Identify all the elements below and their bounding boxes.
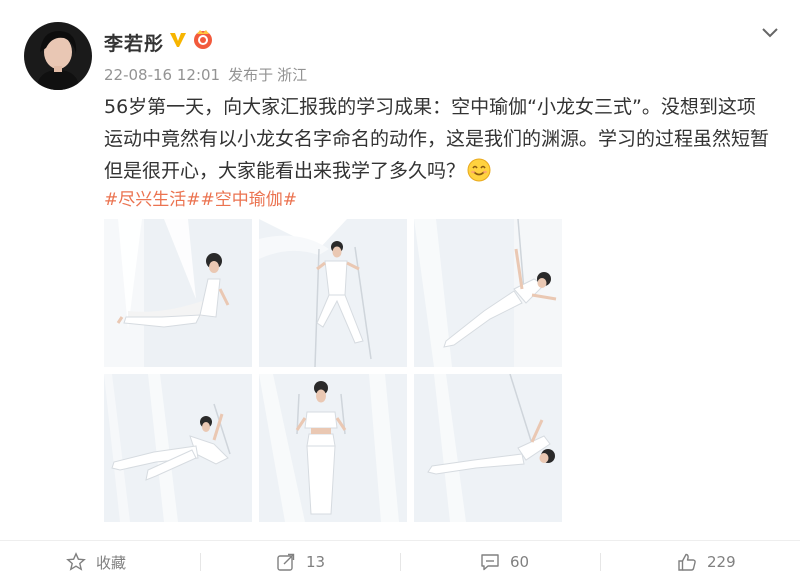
chevron-down-icon[interactable]	[758, 22, 782, 42]
post-text-line: 运动中竟然有以小龙女名字命名的动作，这是我们的渊源。学习的过程虽然短暂	[104, 123, 784, 155]
photo-1[interactable]	[104, 219, 252, 367]
post-text: 56岁第一天，向大家汇报我的学习成果：空中瑜伽“小龙女三式”。没想到这项 运动中…	[104, 91, 784, 187]
photo-5[interactable]	[259, 374, 407, 522]
post-meta: 22-08-16 12:01 发布于 浙江	[104, 64, 315, 85]
repost-icon	[277, 553, 295, 571]
photo-3[interactable]	[414, 219, 562, 367]
photo-6[interactable]	[414, 374, 562, 522]
avatar[interactable]	[24, 22, 92, 90]
smile-emoji-icon	[467, 158, 491, 182]
post-text-segment: 运动中竟然有以小龙女名字命名的动作，这是我们的渊源。学习的过程虽然短暂	[104, 128, 770, 150]
aerial-yoga-photo	[414, 374, 562, 522]
action-divider	[400, 553, 401, 571]
thumbs-up-icon	[678, 553, 696, 571]
favorite-button[interactable]: 收藏	[66, 548, 126, 576]
repost-count: 13	[306, 553, 326, 571]
aerial-yoga-photo	[104, 219, 252, 367]
hashtag-link[interactable]: #空中瑜伽#	[201, 190, 298, 210]
avatar-image	[24, 22, 92, 90]
footer-divider	[0, 540, 800, 541]
star-icon	[66, 552, 86, 571]
post-location: 浙江	[277, 66, 308, 84]
aerial-yoga-photo	[259, 374, 407, 522]
comment-icon	[481, 554, 499, 571]
like-count: 229	[707, 553, 736, 571]
post-text-line: 56岁第一天，向大家汇报我的学习成果：空中瑜伽“小龙女三式”。没想到这项	[104, 96, 756, 118]
hashtag-link[interactable]: #尽兴生活#	[104, 190, 201, 210]
aerial-yoga-photo	[104, 374, 252, 522]
photo-4[interactable]	[104, 374, 252, 522]
author-name[interactable]: 李若彤	[104, 29, 164, 56]
aerial-yoga-photo	[414, 219, 562, 367]
favorite-label: 收藏	[96, 553, 127, 572]
post-text-segment: 但是很开心，大家能看出来我学了多久吗？	[104, 160, 466, 182]
aerial-yoga-photo	[259, 219, 407, 367]
action-divider	[600, 553, 601, 571]
vip-badge-icon[interactable]	[192, 28, 214, 54]
photo-grid	[104, 219, 562, 523]
post-text-line: 但是很开心，大家能看出来我学了多久吗？	[104, 155, 784, 187]
like-button[interactable]: 229	[677, 548, 736, 576]
post-via-label: 发布于	[228, 66, 274, 84]
comment-button[interactable]: 60	[480, 548, 529, 576]
repost-button[interactable]: 13	[276, 548, 325, 576]
verified-v-icon	[168, 30, 188, 54]
comment-count: 60	[510, 553, 530, 571]
action-divider	[200, 553, 201, 571]
hashtags: #尽兴生活##空中瑜伽#	[104, 185, 297, 210]
photo-2[interactable]	[259, 219, 407, 367]
post-time[interactable]: 22-08-16 12:01	[104, 66, 220, 84]
